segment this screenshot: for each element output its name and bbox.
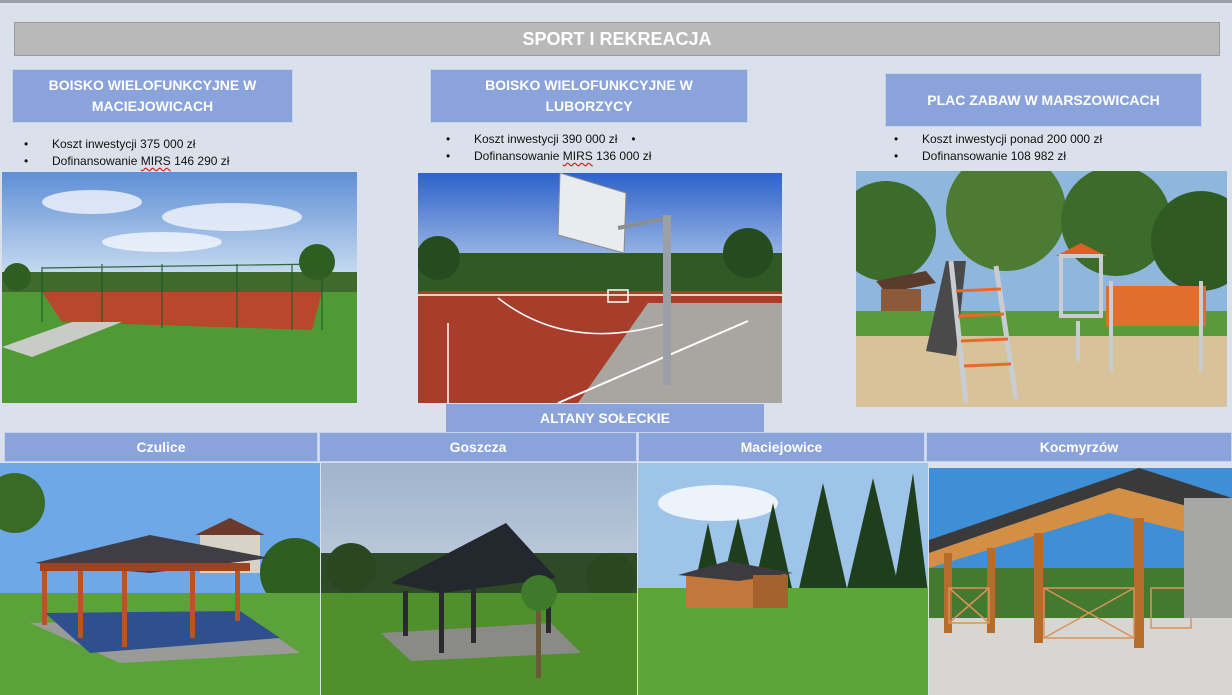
gazebo-header-maciejowice: Maciejowice (638, 432, 925, 462)
project-header-marszowice: PLAC ZABAW W MARSZOWICACH (885, 73, 1202, 127)
project-details-luborzyca: • Koszt inwestycji 390 000 zł • • Dofinanso… (446, 131, 651, 165)
project-details-maciejowice: • Koszt inwestycji 375 000 zł • Dofinansow… (24, 136, 229, 170)
gazebo-photo-kocmyrzow (929, 468, 1232, 695)
gazebo-name: Goszcza (449, 439, 507, 455)
top-border-line (0, 0, 1232, 3)
gazebo-name: Maciejowice (740, 439, 823, 455)
cost-item: • Koszt inwestycji 390 000 zł • (446, 132, 636, 146)
funding-item: • Dofinansowanie MIRS 136 000 zł (446, 149, 652, 163)
gazebos-section-title: ALTANY SOŁECKIE (446, 404, 764, 432)
gazebo-header-kocmyrzow: Kocmyrzów (926, 432, 1232, 462)
basketball-court-photo (418, 173, 782, 403)
playground-photo (856, 171, 1227, 407)
cost-item: • Koszt inwestycji 375 000 zł (24, 137, 196, 151)
cost-item: • Koszt inwestycji ponad 200 000 zł (894, 132, 1103, 146)
project-header-line2: MACIEJOWICACH (91, 98, 214, 114)
project-details-marszowice: • Koszt inwestycji ponad 200 000 zł • Dofi… (894, 131, 1102, 165)
gazebo-photo-goszcza (321, 463, 637, 695)
project-header-maciejowice: BOISKO WIELOFUNKCYJNE W MACIEJOWICACH (12, 69, 293, 123)
gazebo-name: Kocmyrzów (1039, 439, 1119, 455)
project-header-line2: LUBORZYCY (545, 98, 633, 114)
gazebo-name: Czulice (136, 439, 186, 455)
gazebo-photo-czulice (0, 463, 320, 695)
multisport-field-photo (2, 172, 357, 403)
gazebo-header-czulice: Czulice (4, 432, 318, 462)
project-header-line1: PLAC ZABAW W MARSZOWICACH (927, 91, 1160, 108)
project-header-luborzyca: BOISKO WIELOFUNKCYJNE W LUBORZYCY (430, 69, 748, 123)
funding-item: • Dofinansowanie 108 982 zł (894, 149, 1067, 163)
gazebo-photo-maciejowice (638, 463, 928, 695)
gazebo-header-goszcza: Goszcza (319, 432, 637, 462)
page-title: SPORT I REKREACJA (14, 22, 1220, 56)
project-header-line1: BOISKO WIELOFUNKCYJNE W (485, 77, 693, 93)
funding-item: • Dofinansowanie MIRS 146 290 zł (24, 154, 230, 168)
project-header-line1: BOISKO WIELOFUNKCYJNE W (48, 77, 257, 93)
